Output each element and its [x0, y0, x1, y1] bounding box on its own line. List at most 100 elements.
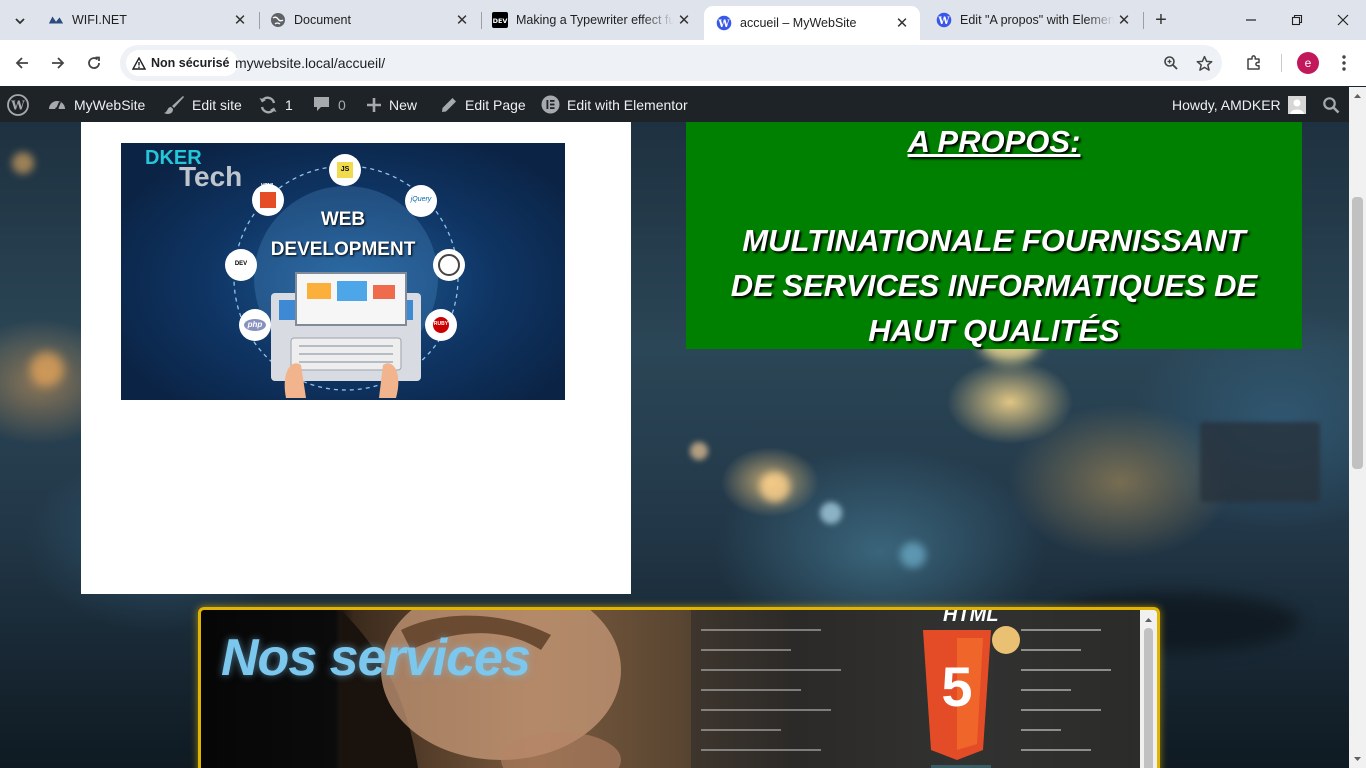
wifinet-icon — [48, 12, 64, 28]
restore-button[interactable] — [1274, 0, 1320, 40]
html5-badge-number: 5 — [941, 655, 973, 718]
badge-dev: DEV — [234, 261, 248, 267]
site-name-menu[interactable]: MyWebSite — [47, 87, 145, 122]
image-caption-web: WEB — [320, 209, 366, 230]
dev-icon: DEV — [492, 12, 508, 28]
new-tab-button[interactable]: + — [1150, 9, 1172, 31]
wp-logo-menu[interactable]: W — [7, 87, 29, 122]
updates-count: 1 — [285, 96, 293, 113]
chevron-down-icon — [15, 18, 25, 25]
puzzle-icon — [1247, 55, 1260, 70]
restore-icon — [1291, 14, 1303, 26]
howdy-label: Howdy, AMDKER — [1172, 96, 1281, 113]
wordpress-logo-icon: W — [7, 93, 29, 116]
reload-icon — [88, 56, 100, 69]
back-button[interactable] — [8, 49, 36, 77]
about-section: A PROPOS: MULTINATIONALE FOURNISSANT DE … — [686, 122, 1302, 349]
close-window-button[interactable] — [1320, 0, 1366, 40]
wordpress-icon: W — [716, 15, 732, 31]
browser-menu-button[interactable] — [1330, 49, 1358, 77]
badge-js: JS — [340, 166, 350, 173]
reload-button[interactable] — [80, 49, 108, 77]
updates-icon — [259, 96, 277, 113]
about-text: MULTINATIONALE FOURNISSANT DE SERVICES I… — [730, 223, 1258, 348]
bookmark-star-icon[interactable] — [1194, 53, 1214, 73]
brush-icon — [164, 95, 184, 114]
services-scrollbar[interactable] — [1140, 610, 1157, 768]
page-scrollbar[interactable] — [1349, 87, 1366, 768]
comments-link[interactable]: 0 — [312, 87, 346, 122]
user-avatar — [1287, 95, 1306, 114]
elementor-icon — [541, 95, 560, 114]
edit-with-elementor-link[interactable]: Edit with Elementor — [541, 87, 688, 122]
badge-html: HTML — [261, 183, 275, 189]
security-indicator[interactable]: Non sécurisé — [126, 50, 238, 76]
more-vertical-icon — [1342, 55, 1346, 71]
address-bar[interactable]: Non sécurisé mywebsite.local/accueil/ — [120, 45, 1222, 81]
browser-tab-strip: WIFI.NET ✕ Document ✕ DEV Making a Typew… — [0, 0, 1366, 40]
my-account-menu[interactable]: Howdy, AMDKER — [1172, 87, 1306, 122]
svg-text:W: W — [717, 19, 730, 30]
tab-separator — [1143, 12, 1144, 29]
wp-admin-bar: W MyWebSite Edit site 1 0 New Edit Page … — [0, 87, 1349, 122]
brand-tech: Tech — [179, 161, 243, 192]
tab-search-button[interactable] — [6, 7, 34, 35]
badge-php: php — [247, 320, 263, 329]
close-tab-icon[interactable]: ✕ — [452, 10, 472, 30]
bokeh-light — [30, 352, 64, 386]
warning-icon — [132, 56, 146, 70]
new-content-menu[interactable]: New — [366, 87, 417, 122]
page-scroll-thumb[interactable] — [1352, 197, 1363, 469]
search-icon — [1323, 96, 1340, 113]
svg-text:W: W — [937, 16, 950, 27]
bokeh-light — [900, 542, 926, 568]
close-tab-icon[interactable]: ✕ — [674, 10, 694, 30]
close-icon — [1337, 14, 1349, 26]
browser-tab-accueil[interactable]: W accueil – MyWebSite ✕ — [704, 6, 920, 40]
comment-icon — [314, 97, 329, 111]
badge-jquery: jQuery — [410, 196, 432, 203]
edit-page-link[interactable]: Edit Page — [440, 87, 526, 122]
extensions-button[interactable] — [1240, 49, 1268, 77]
edit-site-label: Edit site — [192, 96, 242, 113]
site-name-label: MyWebSite — [74, 96, 146, 113]
close-tab-icon[interactable]: ✕ — [230, 10, 250, 30]
tab-title: WIFI.NET — [72, 13, 127, 27]
admin-search-button[interactable] — [1322, 87, 1340, 122]
about-heading: A PROPOS: — [907, 124, 1081, 159]
bokeh-light — [760, 472, 790, 502]
url-text[interactable]: mywebsite.local/accueil/ — [235, 45, 385, 81]
forward-button[interactable] — [44, 49, 72, 77]
tab-title: Document — [294, 13, 351, 27]
arrow-right-icon — [52, 57, 65, 69]
zoom-icon[interactable] — [1161, 53, 1181, 73]
wordpress-icon: W — [936, 12, 952, 28]
globe-icon — [270, 12, 286, 28]
bokeh-light — [12, 152, 34, 174]
edit-site-link[interactable]: Edit site — [163, 87, 242, 122]
services-scroll-thumb[interactable] — [1144, 628, 1153, 768]
edit-elementor-label: Edit with Elementor — [567, 96, 688, 113]
minimize-button[interactable] — [1228, 0, 1274, 40]
svg-text:W: W — [10, 98, 25, 112]
minimize-icon — [1246, 19, 1256, 21]
scroll-up-arrow-icon — [1354, 94, 1361, 98]
tab-title: Edit "A propos" with Elemen — [960, 13, 1114, 27]
close-tab-icon[interactable]: ✕ — [1114, 10, 1134, 30]
profile-avatar[interactable]: e — [1297, 52, 1319, 74]
html5-badge-text: HTML — [943, 607, 999, 626]
browser-tab-wifinet[interactable]: WIFI.NET ✕ — [36, 0, 258, 40]
scroll-down-arrow-icon — [1354, 757, 1361, 761]
browser-tab-elementor[interactable]: W Edit "A propos" with Elemen ✕ — [924, 0, 1142, 40]
toolbar-divider — [1281, 54, 1282, 72]
close-tab-icon[interactable]: ✕ — [892, 13, 912, 33]
bokeh-light — [690, 442, 708, 460]
security-label: Non sécurisé — [151, 56, 230, 70]
browser-tab-dev[interactable]: DEV Making a Typewriter effect fu ✕ — [480, 0, 702, 40]
updates-link[interactable]: 1 — [258, 87, 293, 122]
plus-icon — [367, 97, 381, 112]
services-section: HTML 5 Nos services — [198, 607, 1160, 768]
browser-tab-document[interactable]: Document ✕ — [258, 0, 480, 40]
new-label: New — [389, 96, 418, 113]
dashboard-gauge-icon — [49, 100, 65, 111]
